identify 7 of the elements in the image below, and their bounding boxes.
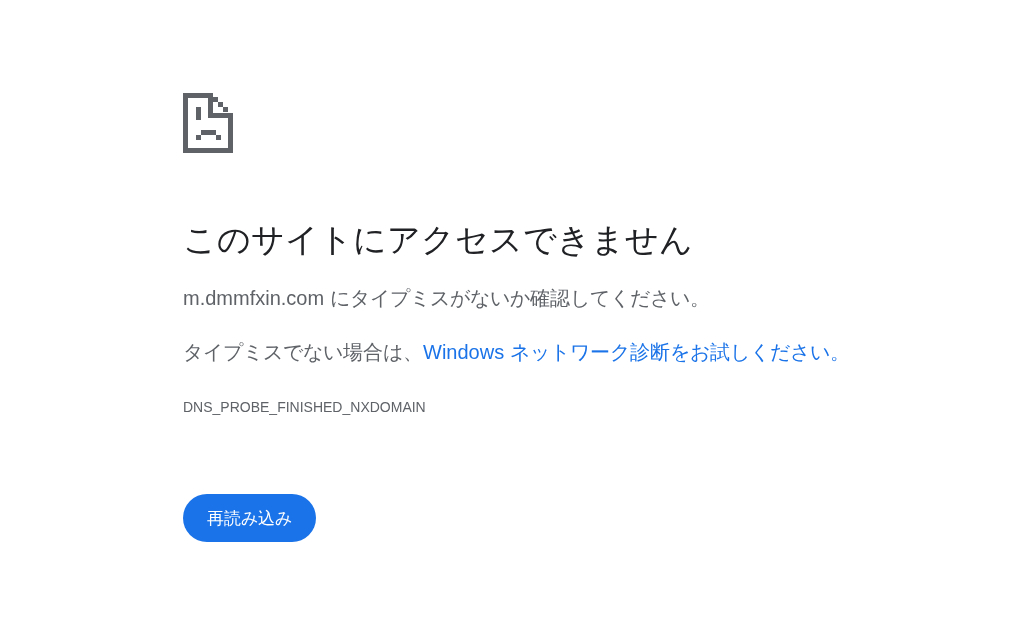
diagnostics-link[interactable]: Windows ネットワーク診断をお試しください。 [423, 341, 850, 363]
error-code: DNS_PROBE_FINISHED_NXDOMAIN [183, 398, 426, 417]
error-message: タイプミスでない場合は、Windows ネットワーク診断をお試しください。 [183, 340, 850, 365]
error-message: m.dmmfxin.com にタイプミスがないか確認してください。 [183, 286, 710, 311]
sad-page-icon [183, 93, 233, 153]
error-title: このサイトにアクセスできません [183, 220, 693, 260]
reload-button[interactable]: 再読み込み [183, 494, 316, 542]
